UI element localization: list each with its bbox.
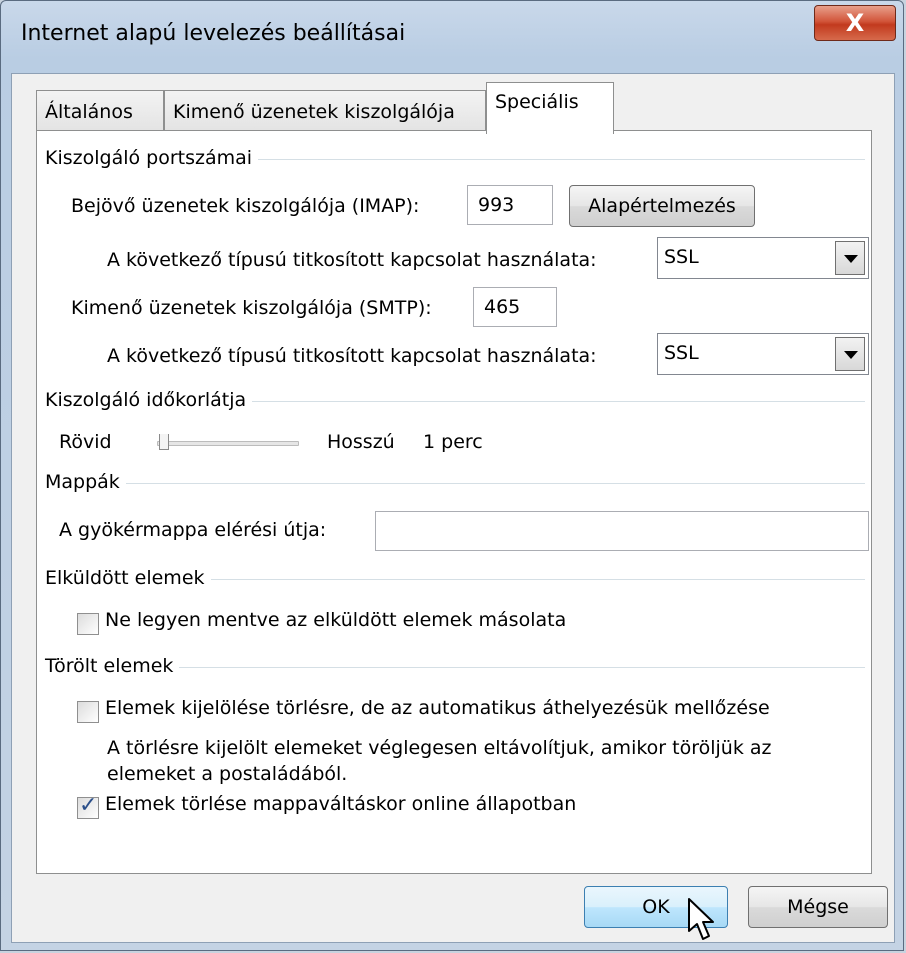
chevron-down-icon xyxy=(844,255,858,263)
timeout-value: 1 perc xyxy=(423,431,483,453)
outgoing-server-label: Kimenő üzenetek kiszolgálója (SMTP): xyxy=(71,297,432,319)
purge-on-switch-label[interactable]: Elemek törlése mappaváltáskor online áll… xyxy=(105,793,576,815)
no-sent-copy-label[interactable]: Ne legyen mentve az elküldött elemek más… xyxy=(105,609,566,631)
mark-for-deletion-checkbox[interactable] xyxy=(77,701,99,723)
no-sent-copy-checkbox[interactable] xyxy=(77,613,99,635)
close-icon: X xyxy=(845,9,865,37)
group-label-server-ports: Kiszolgáló portszámai xyxy=(45,147,259,169)
timeout-slider-track[interactable] xyxy=(157,441,299,446)
incoming-encryption-label: A következő típusú titkosított kapcsolat… xyxy=(107,249,597,271)
incoming-encryption-select[interactable]: SSL xyxy=(657,237,869,279)
default-ports-button[interactable]: Alapértelmezés xyxy=(569,185,755,227)
group-label-sent-items: Elküldött elemek xyxy=(45,567,211,589)
mark-for-deletion-label[interactable]: Elemek kijelölése törlésre, de az automa… xyxy=(105,697,770,719)
window-title: Internet alapú levelezés beállításai xyxy=(21,21,406,46)
timeout-short-label: Rövid xyxy=(59,431,112,453)
timeout-long-label: Hosszú xyxy=(327,431,395,453)
timeout-slider-thumb[interactable] xyxy=(159,434,169,450)
close-button[interactable]: X xyxy=(814,5,896,41)
tab-page-advanced: Kiszolgáló portszámai Bejövő üzenetek ki… xyxy=(36,130,872,874)
cancel-button[interactable]: Mégse xyxy=(748,886,888,928)
group-label-deleted-items: Törölt elemek xyxy=(45,655,180,677)
outgoing-encryption-dropdown-button[interactable] xyxy=(835,337,865,371)
deletion-description-line-1: A törlésre kijelölt elemeket véglegesen … xyxy=(107,737,772,759)
chevron-down-icon xyxy=(844,351,858,359)
purge-on-switch-checkbox[interactable]: ✓ xyxy=(77,793,99,819)
outgoing-encryption-value: SSL xyxy=(664,342,699,364)
mouse-cursor-icon xyxy=(688,898,714,940)
incoming-server-label: Bejövő üzenetek kiszolgálója (IMAP): xyxy=(71,195,420,217)
root-folder-path-input[interactable] xyxy=(375,511,869,551)
group-label-server-timeout: Kiszolgáló időkorlátja xyxy=(45,389,253,411)
incoming-encryption-dropdown-button[interactable] xyxy=(835,241,865,275)
tab-general[interactable]: Általános xyxy=(36,90,164,132)
title-bar[interactable]: Internet alapú levelezés beállításai X xyxy=(1,1,903,73)
tab-advanced[interactable]: Speciális xyxy=(486,82,614,134)
tab-outgoing-server[interactable]: Kimenő üzenetek kiszolgálója xyxy=(164,90,486,132)
deletion-description-line-2: elemeket a postaládából. xyxy=(107,763,348,785)
group-label-folders: Mappák xyxy=(45,471,126,493)
root-folder-path-label: A gyökérmappa elérési útja: xyxy=(59,519,327,541)
group-divider xyxy=(45,483,865,484)
incoming-encryption-value: SSL xyxy=(664,246,699,268)
outgoing-encryption-label: A következő típusú titkosított kapcsolat… xyxy=(107,345,597,367)
dialog-window: Internet alapú levelezés beállításai X Á… xyxy=(0,0,904,951)
incoming-port-input[interactable]: 993 xyxy=(467,185,553,225)
dialog-client-area: Általános Kimenő üzenetek kiszolgálója S… xyxy=(11,73,895,943)
outgoing-encryption-select[interactable]: SSL xyxy=(657,333,869,375)
checkmark-icon: ✓ xyxy=(79,793,98,818)
outgoing-port-input[interactable]: 465 xyxy=(473,287,557,327)
